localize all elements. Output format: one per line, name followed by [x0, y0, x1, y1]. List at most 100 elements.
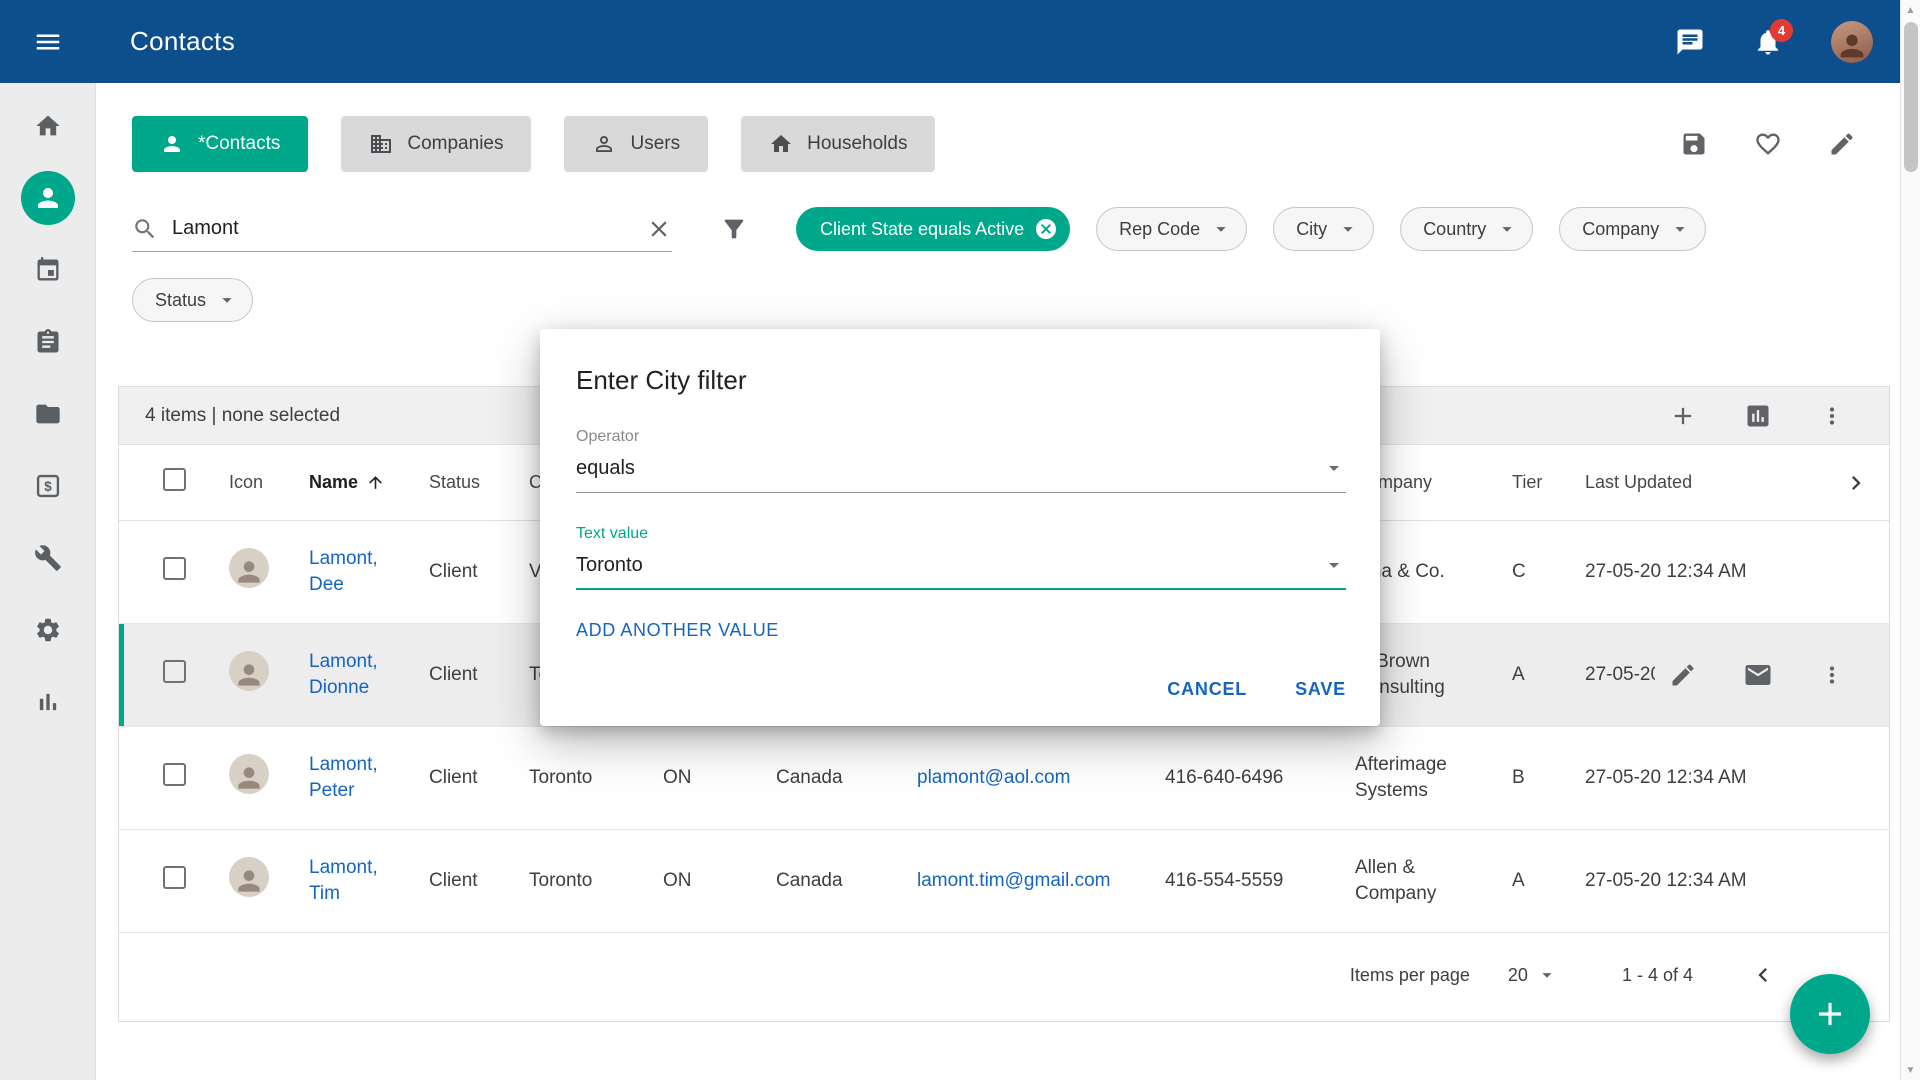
row-checkbox[interactable] [163, 763, 186, 786]
email-link[interactable]: plamont@aol.com [917, 767, 1070, 788]
save-icon [1680, 130, 1708, 158]
sidebar-item-billing[interactable]: $ [21, 459, 75, 513]
view-actions [1680, 130, 1856, 158]
more-options-button[interactable] [1819, 403, 1845, 429]
chip-status[interactable]: Status [132, 278, 253, 322]
operator-select[interactable]: equals [576, 456, 1346, 493]
filter-button[interactable] [720, 215, 748, 243]
scrollbar-thumb[interactable] [1904, 22, 1918, 172]
add-contact-fab[interactable] [1790, 974, 1870, 1054]
business-icon [369, 132, 393, 156]
header-name[interactable]: Name [309, 470, 429, 494]
add-column-button[interactable] [1669, 402, 1697, 430]
bar-chart-icon [34, 688, 62, 716]
chip-client-state-active[interactable]: Client State equals Active [796, 207, 1070, 251]
city-filter-dialog: Enter City filter Operator equals Text v… [540, 329, 1380, 726]
clipboard-icon [34, 328, 62, 356]
contact-name-link[interactable]: Lamont, Dionne [309, 649, 405, 700]
sidebar-item-calendar[interactable] [21, 243, 75, 297]
chevron-left-icon [1749, 961, 1777, 989]
last-updated-cell: 27-05-20 12:34 AM [1585, 868, 1835, 894]
chip-country[interactable]: Country [1400, 207, 1533, 251]
chip-company[interactable]: Company [1559, 207, 1706, 251]
sidebar-item-tasks[interactable] [21, 315, 75, 369]
scroll-columns-right-button[interactable] [1842, 469, 1870, 497]
filter-chips-row-2: Status [132, 278, 253, 322]
edit-view-button[interactable] [1828, 130, 1856, 158]
text-value-input[interactable]: Toronto [576, 553, 1346, 590]
menu-button[interactable] [0, 0, 96, 83]
search-icon [132, 216, 158, 242]
dialog-actions: CANCEL SAVE [576, 679, 1346, 700]
scroll-up-arrow-icon[interactable]: ▲ [1901, 0, 1920, 20]
email-link[interactable]: lamont.tim@gmail.com [917, 870, 1111, 891]
items-per-page-select[interactable]: 20 [1508, 964, 1558, 986]
table-row[interactable]: Lamont, Peter Client Toronto ON Canada p… [119, 727, 1889, 830]
country-cell: Canada [776, 765, 917, 791]
search-filter-row: Client State equals Active Rep Code City… [132, 206, 1892, 252]
kebab-icon [1819, 403, 1845, 429]
chart-view-button[interactable] [1744, 402, 1772, 430]
status-cell: Client [429, 559, 529, 585]
save-view-button[interactable] [1680, 130, 1708, 158]
table-row[interactable]: Lamont, Tim Client Toronto ON Canada lam… [119, 830, 1889, 933]
sidebar-item-documents[interactable] [21, 387, 75, 441]
sidebar-item-home[interactable] [21, 99, 75, 153]
header-tier[interactable]: Tier [1512, 470, 1585, 494]
chip-rep-code[interactable]: Rep Code [1096, 207, 1247, 251]
clear-search-button[interactable] [646, 216, 672, 242]
chip-label: Status [155, 290, 206, 311]
tab-households[interactable]: Households [741, 116, 935, 172]
tab-companies[interactable]: Companies [341, 116, 531, 172]
select-all-checkbox[interactable] [163, 468, 186, 491]
contact-name-link[interactable]: Lamont, Tim [309, 855, 405, 906]
sidebar-item-settings[interactable] [21, 603, 75, 657]
page-title: Contacts [130, 26, 235, 57]
header-status[interactable]: Status [429, 470, 529, 494]
sidebar-item-tools[interactable] [21, 531, 75, 585]
edit-contact-button[interactable] [1669, 661, 1697, 689]
chevron-down-icon [1322, 553, 1346, 577]
entity-tabs: *Contacts Companies Users Households [96, 116, 1900, 172]
avatar [229, 548, 269, 588]
wrench-icon [34, 544, 62, 572]
scroll-down-arrow-icon[interactable]: ▼ [1901, 1060, 1920, 1080]
save-button[interactable]: SAVE [1295, 679, 1346, 700]
avatar [229, 857, 269, 897]
cancel-button[interactable]: CANCEL [1167, 679, 1247, 700]
favorite-button[interactable] [1754, 130, 1782, 158]
row-checkbox[interactable] [163, 866, 186, 889]
pencil-icon [1669, 661, 1697, 689]
add-another-value-button[interactable]: ADD ANOTHER VALUE [576, 620, 779, 641]
row-more-options-button[interactable] [1819, 662, 1845, 688]
notifications-button[interactable]: 4 [1753, 27, 1783, 57]
row-checkbox[interactable] [163, 660, 186, 683]
insert-chart-icon [1744, 402, 1772, 430]
header-icon[interactable]: Icon [229, 470, 309, 494]
last-updated-cell: 27-05-20 12:34 AM [1585, 765, 1835, 791]
contact-name-link[interactable]: Lamont, Peter [309, 752, 405, 803]
chevron-down-icon [1322, 456, 1346, 480]
row-checkbox[interactable] [163, 557, 186, 580]
selection-summary: 4 items | none selected [145, 405, 340, 427]
notification-badge: 4 [1770, 19, 1793, 42]
contact-name-link[interactable]: Lamont, Dee [309, 546, 405, 597]
chip-cancel-icon[interactable] [1034, 217, 1058, 241]
chevron-down-icon [1669, 218, 1691, 240]
search-input[interactable] [172, 217, 632, 240]
status-cell: Client [429, 868, 529, 894]
chat-button[interactable] [1675, 27, 1705, 57]
user-avatar[interactable] [1831, 21, 1873, 63]
previous-page-button[interactable] [1749, 961, 1777, 989]
chip-city[interactable]: City [1273, 207, 1374, 251]
sidebar-item-contacts[interactable] [21, 171, 75, 225]
chat-icon [1675, 27, 1705, 57]
operator-value: equals [576, 457, 635, 480]
tab-contacts[interactable]: *Contacts [132, 116, 308, 172]
tab-users[interactable]: Users [564, 116, 708, 172]
vertical-scrollbar[interactable]: ▲ ▼ [1900, 0, 1920, 1080]
sidebar-item-reports[interactable] [21, 675, 75, 729]
header-last-updated[interactable]: Last Updated [1585, 470, 1835, 494]
home-icon [769, 132, 793, 156]
email-contact-button[interactable] [1743, 660, 1773, 690]
